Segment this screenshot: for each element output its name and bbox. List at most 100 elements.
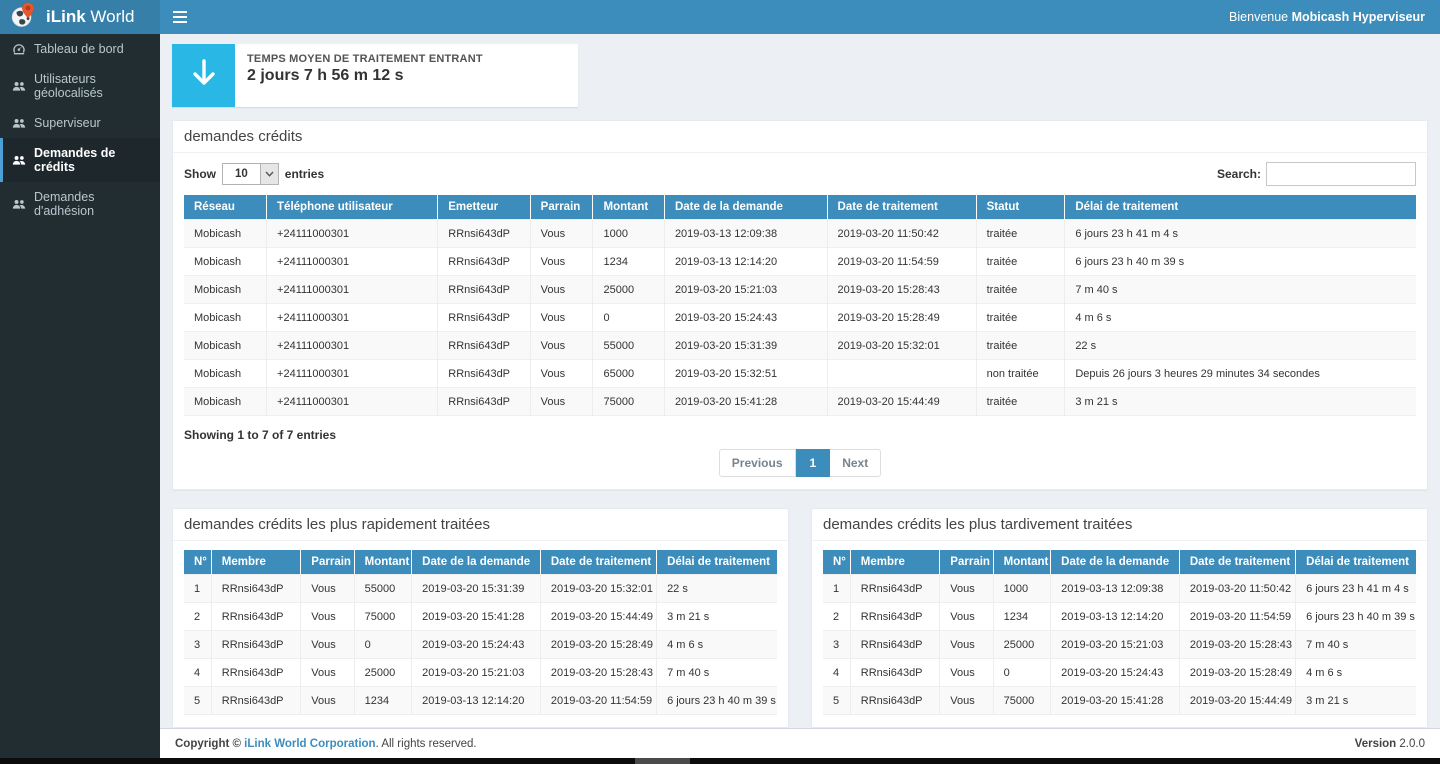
sidebar-item-label: Demandes d'adhésion: [34, 190, 150, 218]
table-cell: Mobicash: [184, 388, 267, 416]
table-cell: 2019-03-20 11:50:42: [827, 220, 976, 248]
table-cell: 2019-03-20 15:44:49: [540, 603, 656, 631]
pagination-previous-button[interactable]: Previous: [719, 449, 796, 477]
table-cell: 75000: [993, 687, 1051, 715]
table-cell: 5: [823, 687, 850, 715]
table-cell: traitée: [976, 388, 1065, 416]
screen-edge-strip: [0, 758, 1440, 764]
panel-credits-rapidement-traitees: demandes crédits les plus rapidement tra…: [172, 508, 789, 728]
table-cell: Vous: [530, 360, 593, 388]
chevron-down-icon: [260, 164, 278, 184]
table-cell: Depuis 26 jours 3 heures 29 minutes 34 s…: [1065, 360, 1416, 388]
pagination-page-1-button[interactable]: 1: [796, 449, 831, 477]
stat-card-icon-box: [172, 44, 235, 107]
search-label: Search:: [1217, 167, 1261, 181]
table-cell: 6 jours 23 h 40 m 39 s: [657, 687, 777, 715]
column-header: Date de traitement: [540, 550, 656, 575]
brand-name: iLink World: [46, 7, 134, 27]
version-text: Version 2.0.0: [1355, 738, 1425, 750]
table-cell: 2019-03-13 12:14:20: [412, 687, 541, 715]
table-cell: traitée: [976, 304, 1065, 332]
table-cell: 0: [354, 631, 412, 659]
late-credits-table: N°MembreParrainMontantDate de la demande…: [823, 550, 1416, 715]
column-header: Parrain: [530, 195, 593, 220]
sidebar-toggle-button[interactable]: [160, 0, 200, 34]
stat-card-label: TEMPS MOYEN DE TRAITEMENT ENTRANT: [247, 53, 483, 65]
user-menu[interactable]: Bienvenue Mobicash Hyperviseur: [1229, 10, 1425, 24]
table-cell: 2019-03-20 15:32:01: [540, 575, 656, 603]
sidebar-item-demandes-adhesion[interactable]: Demandes d'adhésion: [0, 182, 160, 226]
column-header: Date de la demande: [664, 195, 827, 220]
column-header: Délai de traitement: [1296, 550, 1416, 575]
table-cell: Vous: [530, 332, 593, 360]
sidebar-item-tableau-de-bord[interactable]: Tableau de bord: [0, 34, 160, 64]
topbar: iLink World Bienvenue Mobicash Hypervise…: [0, 0, 1440, 34]
table-cell: 2019-03-20 11:50:42: [1179, 575, 1295, 603]
table-cell: Vous: [940, 631, 993, 659]
table-cell: 1234: [993, 603, 1051, 631]
panel-credits-tardivement-traitees: demandes crédits les plus tardivement tr…: [811, 508, 1428, 728]
table-cell: 25000: [354, 659, 412, 687]
table-cell: 3: [823, 631, 850, 659]
table-cell: 22 s: [657, 575, 777, 603]
sidebar-item-superviseur[interactable]: Superviseur: [0, 108, 160, 138]
table-row: 5RRnsi643dPVous750002019-03-20 15:41:282…: [823, 687, 1416, 715]
table-cell: Vous: [301, 631, 354, 659]
table-cell: 2019-03-20 11:54:59: [1179, 603, 1295, 631]
table-cell: RRnsi643dP: [438, 360, 530, 388]
table-cell: RRnsi643dP: [438, 276, 530, 304]
table-cell: RRnsi643dP: [211, 603, 301, 631]
table-cell: Vous: [301, 603, 354, 631]
table-cell: Mobicash: [184, 304, 267, 332]
table-cell: +24111000301: [267, 332, 438, 360]
table-cell: 2019-03-20 15:28:49: [1179, 659, 1295, 687]
table-cell: +24111000301: [267, 276, 438, 304]
company-link[interactable]: iLink World Corporation: [244, 738, 375, 750]
page-size-select[interactable]: 10: [222, 163, 279, 185]
table-row: Mobicash+24111000301RRnsi643dPVous650002…: [184, 360, 1416, 388]
sidebar-item-demandes-de-credits[interactable]: Demandes de crédits: [0, 138, 160, 182]
table-cell: 2019-03-20 15:31:39: [412, 575, 541, 603]
table-cell: Vous: [301, 687, 354, 715]
table-cell: 4 m 6 s: [1065, 304, 1416, 332]
table-cell: 4: [184, 659, 211, 687]
table-header-row: RéseauTéléphone utilisateurEmetteurParra…: [184, 195, 1416, 220]
brand-logo[interactable]: iLink World: [0, 0, 160, 34]
table-cell: 1: [823, 575, 850, 603]
table-cell: 4 m 6 s: [1296, 659, 1416, 687]
table-cell: 2019-03-20 15:24:43: [664, 304, 827, 332]
table-cell: Vous: [940, 659, 993, 687]
table-cell: 0: [993, 659, 1051, 687]
sidebar-item-utilisateurs-geolocalises[interactable]: Utilisateurs géolocalisés: [0, 64, 160, 108]
table-cell: Vous: [530, 276, 593, 304]
column-header: Membre: [211, 550, 301, 575]
search-input[interactable]: [1266, 162, 1416, 186]
table-cell: RRnsi643dP: [438, 388, 530, 416]
table-cell: 6 jours 23 h 40 m 39 s: [1065, 248, 1416, 276]
table-cell: 2019-03-20 15:32:51: [664, 360, 827, 388]
table-cell: 2019-03-20 15:41:28: [664, 388, 827, 416]
table-row: Mobicash+24111000301RRnsi643dPVous550002…: [184, 332, 1416, 360]
table-cell: 6 jours 23 h 40 m 39 s: [1296, 603, 1416, 631]
table-cell: 1000: [593, 220, 664, 248]
table-cell: Vous: [940, 575, 993, 603]
table-cell: +24111000301: [267, 388, 438, 416]
column-header: Montant: [354, 550, 412, 575]
table-cell: RRnsi643dP: [211, 687, 301, 715]
users-icon: [12, 153, 26, 167]
table-cell: 2019-03-20 15:21:03: [1051, 631, 1180, 659]
table-cell: RRnsi643dP: [438, 220, 530, 248]
table-cell: Vous: [301, 659, 354, 687]
table-cell: traitée: [976, 276, 1065, 304]
arrow-down-icon: [190, 58, 218, 93]
pagination-next-button[interactable]: Next: [830, 449, 881, 477]
table-cell: 1234: [593, 248, 664, 276]
table-cell: Vous: [530, 220, 593, 248]
table-row: 1RRnsi643dPVous10002019-03-13 12:09:3820…: [823, 575, 1416, 603]
column-header: Date de traitement: [827, 195, 976, 220]
table-cell: 3: [184, 631, 211, 659]
table-cell: 2019-03-20 15:44:49: [827, 388, 976, 416]
sidebar-item-label: Utilisateurs géolocalisés: [34, 72, 150, 100]
panel-title: demandes crédits les plus tardivement tr…: [812, 509, 1427, 541]
column-header: Montant: [593, 195, 664, 220]
